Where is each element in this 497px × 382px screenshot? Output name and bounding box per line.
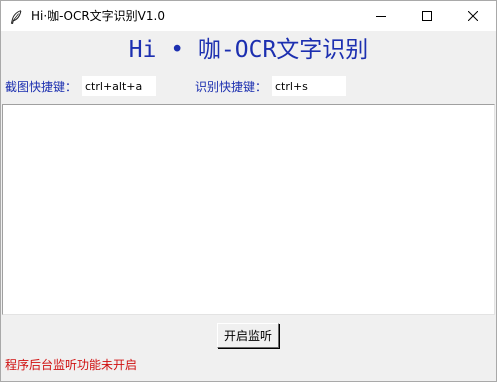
close-icon xyxy=(468,11,478,21)
screenshot-hotkey-input[interactable] xyxy=(82,76,156,96)
window-title: Hi·咖-OCR文字识别V1.0 xyxy=(31,9,165,23)
minimize-button[interactable] xyxy=(358,1,404,31)
start-listening-button[interactable]: 开启监听 xyxy=(217,323,279,348)
feather-icon xyxy=(10,9,22,24)
recognize-hotkey-label: 识别快捷键： xyxy=(195,80,268,94)
status-message: 程序后台监听功能未开启 xyxy=(5,358,138,372)
maximize-icon xyxy=(422,11,432,21)
ocr-result-textarea[interactable] xyxy=(2,104,495,315)
minimize-icon xyxy=(376,16,386,17)
screenshot-hotkey-label: 截图快捷键： xyxy=(5,80,78,94)
recognize-hotkey-input[interactable] xyxy=(272,76,346,96)
title-bar[interactable]: Hi·咖-OCR文字识别V1.0 xyxy=(1,1,496,31)
app-heading: Hi • 咖-OCR文字识别 xyxy=(128,37,369,63)
app-window: Hi·咖-OCR文字识别V1.0 Hi • 咖-OCR文字识别 截图快捷键： 识… xyxy=(0,0,497,382)
maximize-button[interactable] xyxy=(404,1,450,31)
close-button[interactable] xyxy=(450,1,496,31)
